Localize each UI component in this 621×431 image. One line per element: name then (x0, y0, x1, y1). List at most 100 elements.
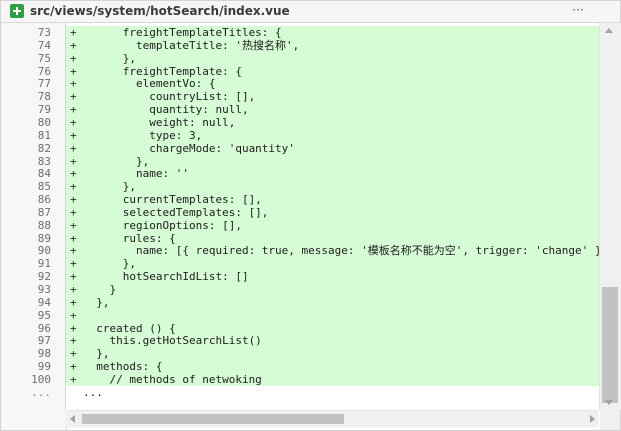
added-line-highlight (66, 51, 599, 65)
code-text: regionOptions: [], (83, 218, 242, 232)
diff-added-marker: + (70, 218, 77, 232)
code-text: hotSearchIdList: [] (83, 270, 249, 284)
collapsed-lines-row[interactable]: ...... (1, 386, 599, 399)
line-number: 91 (37, 257, 51, 271)
more-options-button[interactable]: ··· (568, 2, 588, 20)
code-text: selectedTemplates: [], (83, 205, 269, 219)
diff-line: 78 + countryList: [], (1, 90, 599, 104)
diff-line: 75 + }, (1, 51, 599, 65)
horizontal-scroll-thumb[interactable] (82, 414, 344, 424)
line-number: 93 (37, 283, 51, 296)
line-number: 81 (37, 128, 51, 142)
line-number: 88 (37, 218, 51, 232)
diff-added-marker: + (70, 347, 77, 361)
diff-file-panel: src/views/system/hotSearch/index.vue ···… (0, 0, 621, 431)
diff-line: 83 + }, (1, 154, 599, 168)
diff-added-marker: + (70, 154, 77, 168)
code-text: freightTemplate: { (83, 64, 242, 78)
diff-added-marker: + (70, 90, 77, 104)
code-text: countryList: [], (83, 90, 256, 104)
vertical-scrollbar[interactable] (599, 23, 621, 410)
diff-added-marker: + (70, 103, 77, 117)
diff-line: 99 + methods: { (1, 360, 599, 374)
code-text: this.getHotSearchList() (83, 334, 262, 348)
code-text: // methods of netwoking (83, 372, 262, 386)
code-text: }, (83, 347, 110, 361)
diff-added-marker: + (70, 51, 77, 65)
code-text: methods: { (83, 360, 163, 374)
diff-line: 73 + freightTemplateTitles: { (1, 26, 599, 39)
code-text: }, (83, 51, 136, 65)
diff-added-marker: + (70, 77, 77, 91)
diff-line: 90 + name: [{ required: true, message: '模… (1, 244, 599, 258)
line-number: 95 (37, 308, 51, 322)
line-number: 77 (37, 77, 51, 91)
collapsed-code-text: ... (83, 385, 103, 399)
diff-line: 80 + weight: null, (1, 115, 599, 129)
line-number: 73 (37, 26, 51, 39)
diff-line: 76 + freightTemplate: { (1, 64, 599, 78)
diff-line: 88 + regionOptions: [], (1, 218, 599, 232)
line-number: 85 (37, 180, 51, 194)
diff-line: 79 + quantity: null, (1, 103, 599, 117)
added-line-highlight (66, 347, 599, 361)
diff-line: 85 + }, (1, 180, 599, 194)
added-line-highlight (66, 257, 599, 271)
code-text: } (83, 283, 117, 296)
line-number: 83 (37, 154, 51, 168)
diff-line: 97 + this.getHotSearchList() (1, 334, 599, 348)
diff-added-marker: + (70, 167, 77, 181)
diff-added-marker: + (70, 115, 77, 129)
line-number: 96 (37, 321, 51, 335)
scroll-down-icon[interactable] (605, 400, 613, 405)
added-line-highlight (66, 308, 599, 322)
line-number: 90 (37, 244, 51, 258)
line-number: 92 (37, 270, 51, 284)
code-text: created () { (83, 321, 176, 335)
code-text: elementVo: { (83, 77, 216, 91)
file-path[interactable]: src/views/system/hotSearch/index.vue (30, 3, 290, 19)
gutter-footer (1, 410, 67, 430)
line-number: 89 (37, 231, 51, 245)
diff-added-marker: + (70, 128, 77, 142)
diff-added-marker: + (70, 26, 77, 39)
added-line-highlight (66, 283, 599, 296)
diff-added-marker: + (70, 372, 77, 386)
diff-added-marker: + (70, 360, 77, 374)
code-text: }, (83, 180, 136, 194)
scroll-left-icon[interactable] (70, 415, 75, 423)
diff-line: 84 + name: '' (1, 167, 599, 181)
scroll-up-icon[interactable] (605, 28, 613, 33)
collapsed-line-number: ... (31, 385, 51, 399)
plus-icon (13, 7, 21, 15)
diff-added-marker: + (70, 231, 77, 245)
diff-line: 92 + hotSearchIdList: [] (1, 270, 599, 284)
line-number: 100 (31, 372, 51, 386)
diff-added-marker: + (70, 38, 77, 52)
horizontal-scrollbar[interactable] (66, 410, 599, 427)
file-added-badge (10, 4, 24, 18)
diff-line: 89 + rules: { (1, 231, 599, 245)
code-text: type: 3, (83, 128, 203, 142)
line-number: 82 (37, 141, 51, 155)
code-text: freightTemplateTitles: { (83, 26, 282, 39)
diff-line: 77 + elementVo: { (1, 77, 599, 91)
diff-added-marker: + (70, 308, 77, 322)
diff-added-marker: + (70, 295, 77, 309)
scroll-right-icon[interactable] (590, 415, 595, 423)
diff-line: 93 + } (1, 283, 599, 296)
diff-added-marker: + (70, 270, 77, 284)
diff-added-marker: + (70, 334, 77, 348)
diff-line: 91 + }, (1, 257, 599, 271)
code-text: }, (83, 154, 150, 168)
diff-code-view[interactable]: 73 + freightTemplateTitles: {74 + template… (1, 23, 599, 410)
diff-added-marker: + (70, 321, 77, 335)
code-text: chargeMode: 'quantity' (83, 141, 295, 155)
diff-added-marker: + (70, 205, 77, 219)
diff-line: 74 + templateTitle: '热搜名称', (1, 38, 599, 52)
diff-line: 81 + type: 3, (1, 128, 599, 142)
line-number: 76 (37, 64, 51, 78)
vertical-scroll-thumb[interactable] (602, 287, 618, 403)
code-text: quantity: null, (83, 103, 249, 117)
added-line-highlight (66, 295, 599, 309)
